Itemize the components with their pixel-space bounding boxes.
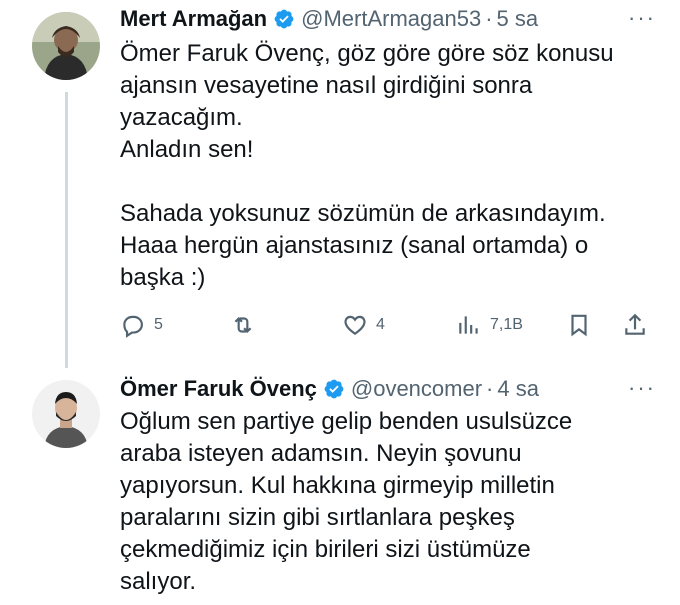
tweet-timestamp[interactable]: 5 sa bbox=[497, 6, 539, 32]
tweet-omer-faruk-ovenc: Ömer Faruk Övenç @ovencomer · 4 sa ··· O… bbox=[0, 370, 680, 605]
bookmark-icon bbox=[571, 314, 587, 337]
tweet-mert-armagan: Mert Armağan @MertArmagan53 · 5 sa ··· Ö… bbox=[0, 0, 680, 370]
reply-count: 5 bbox=[154, 316, 163, 333]
retweet-button[interactable] bbox=[230, 312, 256, 338]
heart-icon bbox=[344, 315, 366, 335]
tweet-timestamp[interactable]: 4 sa bbox=[497, 376, 539, 402]
views-icon bbox=[459, 316, 478, 334]
reply-icon bbox=[123, 315, 143, 338]
tweet-header: Ömer Faruk Övenç @ovencomer · 4 sa bbox=[120, 374, 539, 404]
avatar[interactable] bbox=[32, 12, 100, 80]
reply-button[interactable]: 5 bbox=[120, 312, 163, 338]
views-count: 7,1B bbox=[490, 316, 523, 333]
separator-dot: · bbox=[486, 376, 494, 401]
author-name[interactable]: Ömer Faruk Övenç bbox=[120, 376, 317, 402]
author-handle[interactable]: @ovencomer bbox=[351, 376, 482, 402]
avatar[interactable] bbox=[32, 380, 100, 448]
verified-badge-icon[interactable] bbox=[323, 378, 345, 400]
more-options-icon[interactable]: ··· bbox=[628, 377, 656, 399]
tweet-header: Mert Armağan @MertArmagan53 · 5 sa bbox=[120, 4, 538, 34]
bookmark-button[interactable] bbox=[566, 312, 592, 338]
tweet-actions: 5 4 7,1B bbox=[120, 310, 650, 340]
tweet-text: Oğlum sen partiye gelip benden usulsüzce… bbox=[120, 408, 573, 595]
share-button[interactable] bbox=[622, 312, 648, 338]
views-button[interactable]: 7,1B bbox=[456, 312, 523, 338]
author-name[interactable]: Mert Armağan bbox=[120, 6, 267, 32]
share-icon bbox=[625, 313, 645, 335]
more-options-icon[interactable]: ··· bbox=[628, 7, 656, 29]
like-button[interactable]: 4 bbox=[342, 312, 385, 338]
author-handle[interactable]: @MertArmagan53 bbox=[301, 6, 481, 32]
verified-badge-icon[interactable] bbox=[273, 8, 295, 30]
tweet-text: Ömer Faruk Övenç, göz göre göre söz konu… bbox=[120, 40, 614, 291]
like-count: 4 bbox=[376, 316, 385, 333]
separator-dot: · bbox=[485, 6, 493, 31]
retweet-icon bbox=[234, 316, 252, 334]
